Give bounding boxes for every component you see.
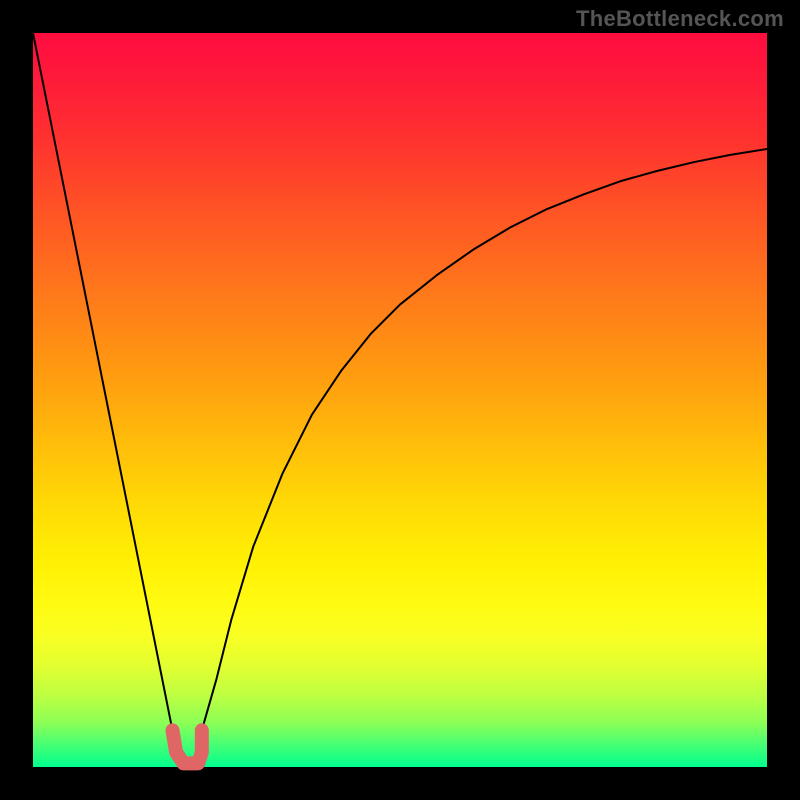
highlight-bracket — [172, 730, 201, 763]
bottleneck-curve — [33, 33, 767, 767]
plot-area — [33, 33, 767, 767]
chart-frame: TheBottleneck.com — [0, 0, 800, 800]
watermark-label: TheBottleneck.com — [576, 6, 784, 32]
plot-svg — [33, 33, 767, 767]
